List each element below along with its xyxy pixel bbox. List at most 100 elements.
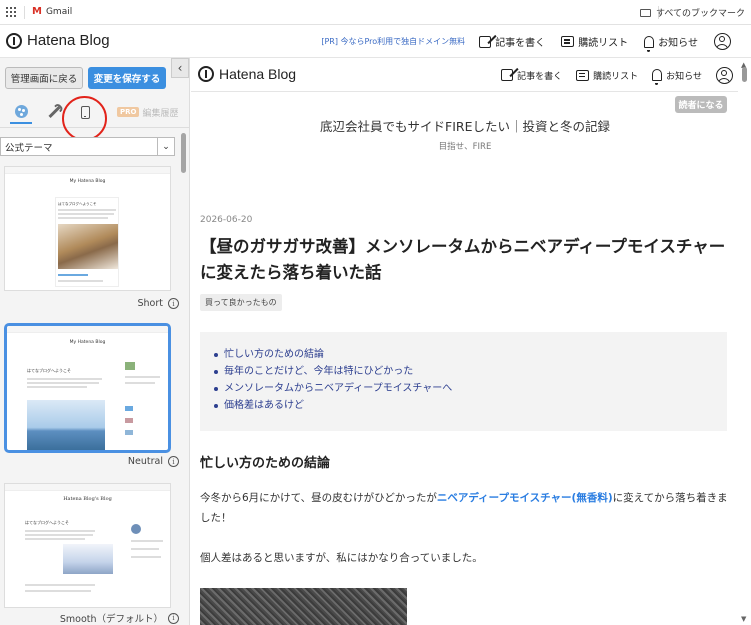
theme-category-value: 公式テーマ xyxy=(5,142,53,154)
header-nav: [PR] 今ならPro利用で独自ドメイン無料 記事を書く 購読リスト お知らせ xyxy=(321,25,731,58)
theme-card-smooth[interactable]: Hatena Blog's Blog はてなブログへようこそ xyxy=(4,483,171,608)
save-changes-button[interactable]: 変更を保存する xyxy=(88,67,166,89)
theme-preview-bar xyxy=(7,326,168,333)
preview-notifications-label: お知らせ xyxy=(666,71,702,82)
reading-list-label: 購読リスト xyxy=(578,38,629,49)
bell-icon xyxy=(652,69,663,85)
palette-icon xyxy=(14,104,28,118)
pro-badge: PRO xyxy=(117,107,140,117)
hatena-logo-icon xyxy=(6,32,22,49)
sidebar-scrollbar[interactable] xyxy=(181,133,186,173)
blog-preview: Hatena Blog 記事を書く 購読リスト お知らせ 読者になる 底辺会社員… xyxy=(191,58,751,625)
bookmark-gmail-label: Gmail xyxy=(45,6,73,17)
reading-list-link[interactable]: 購読リスト xyxy=(561,34,628,49)
scroll-down-icon[interactable]: ▼ xyxy=(741,615,746,623)
back-to-dashboard-button[interactable]: 管理画面に戻る xyxy=(5,67,83,89)
apps-grid-icon[interactable] xyxy=(6,7,16,17)
info-icon[interactable]: i xyxy=(168,612,179,624)
theme-preview-title: My Hatena Blog xyxy=(69,340,106,345)
preview-logo[interactable]: Hatena Blog xyxy=(198,66,296,82)
theme-category-select[interactable]: 公式テーマ ⌄ xyxy=(0,137,175,156)
table-of-contents: 忙しい方のための結論 毎年のことだけど、今年は特にひどかった メンソレータムから… xyxy=(200,332,727,431)
preview-header: Hatena Blog 記事を書く 購読リスト お知らせ xyxy=(191,58,739,92)
theme-preview-card: はてなブログへようこそ xyxy=(55,197,119,287)
subscribe-button[interactable]: 読者になる xyxy=(675,96,727,113)
notifications-label: お知らせ xyxy=(658,38,698,49)
write-article-label: 記事を書く xyxy=(495,38,546,49)
theme-preview-heading: はてなブログへようこそ xyxy=(58,202,97,206)
pr-link[interactable]: [PR] 今ならPro利用で独自ドメイン無料 xyxy=(321,36,465,47)
edit-history-label: 編集履歴 xyxy=(142,108,179,119)
logo-text: Hatena Blog xyxy=(27,32,110,49)
user-avatar-icon[interactable] xyxy=(716,66,733,84)
entry-photo xyxy=(200,588,407,625)
pen-icon xyxy=(479,35,492,48)
folder-icon xyxy=(639,8,651,17)
theme-card-neutral[interactable]: My Hatena Blog はてなブログへようこそ xyxy=(4,323,171,453)
bell-icon xyxy=(644,35,655,52)
preview-header-nav: 記事を書く 購読リスト お知らせ xyxy=(501,58,733,92)
theme-name: Smooth（デフォルト） xyxy=(59,614,163,625)
tab-edit-history[interactable]: PRO 編集履歴 xyxy=(117,100,179,124)
gmail-icon: M xyxy=(32,6,42,17)
theme-preview-title: Hatena Blog's Blog xyxy=(63,496,112,502)
theme-label-short: Short i xyxy=(137,298,179,309)
info-icon[interactable]: i xyxy=(168,298,179,309)
theme-label-neutral: Neutral i xyxy=(128,456,179,467)
hatena-logo-icon xyxy=(198,66,214,82)
theme-preview-image xyxy=(27,400,105,450)
theme-name: Neutral xyxy=(127,456,163,467)
theme-preview-image xyxy=(58,224,118,269)
highlight-circle xyxy=(62,96,107,141)
preview-write-label: 記事を書く xyxy=(517,71,563,82)
entry-title[interactable]: 【昼のガサガサ改善】メンソレータムからニベアディープモイスチャーに変えたら落ち着… xyxy=(200,234,730,286)
theme-name: Short xyxy=(137,298,164,309)
paragraph-text: 今冬から6月にかけて、昼の皮むけがひどかったが xyxy=(200,492,437,504)
theme-preview-title: My Hatena Blog xyxy=(69,179,106,184)
theme-label-smooth: Smooth（デフォルト） i xyxy=(60,611,179,625)
theme-preview-image xyxy=(63,544,113,574)
sidebar-button-row: 管理画面に戻る 変更を保存する ‹ xyxy=(0,58,189,96)
preview-logo-text: Hatena Blog xyxy=(219,66,297,82)
section-heading: 忙しい方のための結論 xyxy=(200,456,331,471)
reading-list-icon xyxy=(576,69,590,81)
preview-reading-list-label: 購読リスト xyxy=(593,71,639,82)
theme-preview-heading: はてなブログへようこそ xyxy=(25,520,69,525)
write-article-link[interactable]: 記事を書く xyxy=(479,34,545,49)
bookmarks-bar: M Gmail すべてのブックマーク xyxy=(0,0,751,25)
all-bookmarks-label: すべてのブックマーク xyxy=(655,9,745,19)
blog-title[interactable]: 底辺会社員でもサイドFIREしたい｜投資と冬の記録 xyxy=(191,116,739,135)
pen-icon xyxy=(501,69,514,81)
toc-item[interactable]: 忙しい方のための結論 xyxy=(214,346,727,363)
theme-card-short[interactable]: My Hatena Blog はてなブログへようこそ xyxy=(4,166,171,291)
bookmark-gmail[interactable]: M Gmail xyxy=(32,6,72,17)
info-icon[interactable]: i xyxy=(168,456,179,467)
bookmarks-separator xyxy=(24,6,25,19)
theme-preview-bar xyxy=(5,484,170,491)
entry-date[interactable]: 2026-06-20 xyxy=(200,215,252,225)
notifications-link[interactable]: お知らせ xyxy=(644,34,698,52)
preview-notifications-link[interactable]: お知らせ xyxy=(652,69,702,85)
toc-item[interactable]: 価格差はあるけど xyxy=(214,397,727,414)
collapse-sidebar-button[interactable]: ‹ xyxy=(171,58,189,78)
preview-write-link[interactable]: 記事を書く xyxy=(501,69,562,82)
all-bookmarks[interactable]: すべてのブックマーク xyxy=(639,6,745,19)
paragraph-2: 個人差はあると思いますが、私にはかなり合っていました。 xyxy=(200,552,483,564)
reading-list-icon xyxy=(561,36,575,47)
category-tag[interactable]: 買って良かったもの xyxy=(200,294,282,311)
product-link[interactable]: ニベアディープモイスチャー(無香料) xyxy=(437,492,613,504)
toc-item[interactable]: 毎年のことだけど、今年は特にひどかった xyxy=(214,363,727,380)
blog-description: 目指せ、FIRE xyxy=(438,142,492,152)
preview-scrollbar[interactable]: ▲ ▼ xyxy=(738,58,751,625)
hatena-blog-logo[interactable]: Hatena Blog xyxy=(6,32,110,49)
theme-preview-heading: はてなブログへようこそ xyxy=(27,368,71,373)
toc-item[interactable]: メンソレータムからニベアディープモイスチャーへ xyxy=(214,380,727,397)
design-sidebar: 管理画面に戻る 変更を保存する ‹ PRO 編集履歴 公式テーマ ⌄ My Ha… xyxy=(0,58,190,625)
scroll-thumb[interactable] xyxy=(742,67,747,82)
tab-theme[interactable] xyxy=(10,100,32,124)
theme-preview-bar xyxy=(5,167,170,174)
paragraph-1: 今冬から6月にかけて、昼の皮むけがひどかったがニベアディープモイスチャー(無香料… xyxy=(200,488,730,528)
preview-reading-list-link[interactable]: 購読リスト xyxy=(576,69,638,82)
user-avatar-icon[interactable] xyxy=(714,33,731,50)
site-header: Hatena Blog [PR] 今ならPro利用で独自ドメイン無料 記事を書く… xyxy=(0,25,751,58)
